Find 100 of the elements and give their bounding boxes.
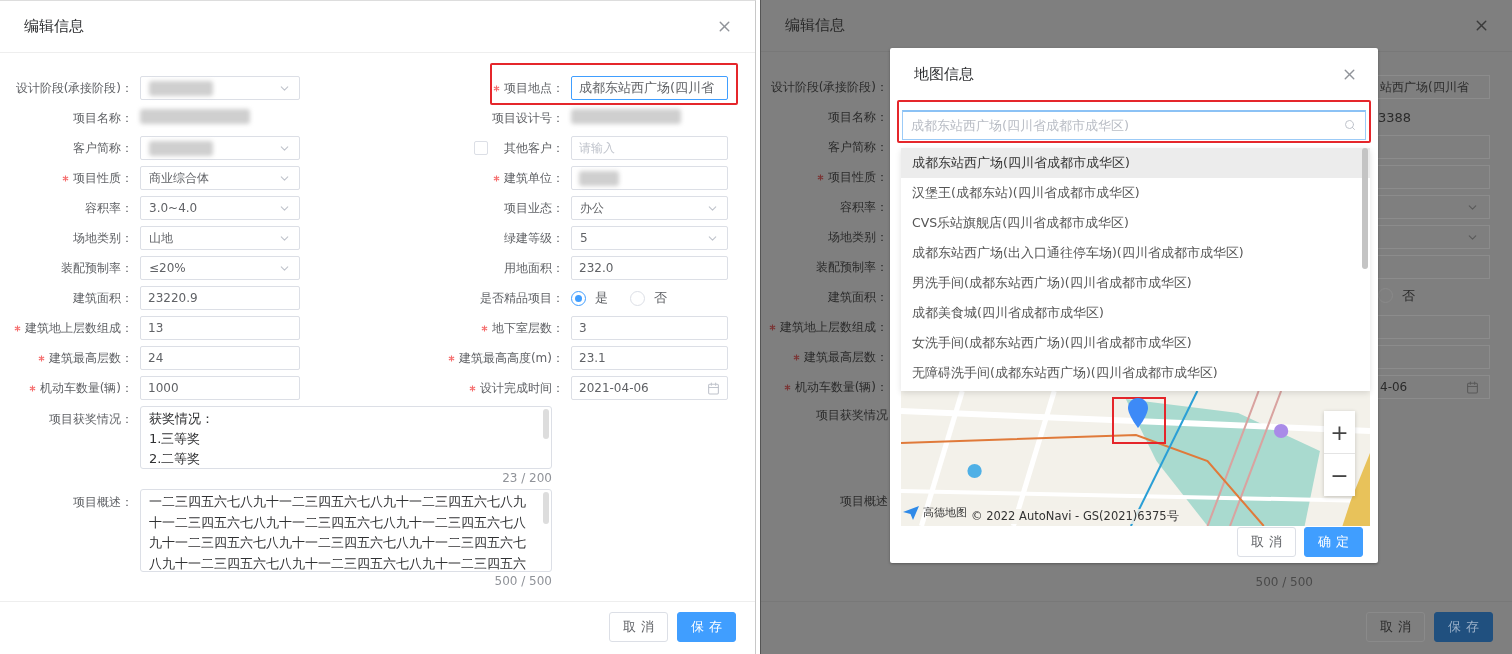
dialog-title: 编辑信息 — [785, 16, 845, 35]
textarea-field[interactable]: 获奖情况： 1.三等奖 2.二等奖 — [140, 406, 552, 469]
input-field[interactable] — [1378, 165, 1490, 189]
required-mark-icon — [14, 324, 22, 332]
field-label: 地下室层数： — [481, 319, 564, 337]
zoom-out-button[interactable]: − — [1324, 453, 1355, 496]
field-label: 用地面积： — [504, 259, 564, 277]
select-field[interactable]: 5 — [571, 226, 728, 250]
field-label: 建筑最高层数： — [793, 348, 888, 366]
input-field[interactable]: 1000 — [140, 376, 300, 400]
paper-plane-icon — [903, 506, 919, 520]
field-label: 项目名称： — [73, 109, 133, 127]
suggestion-item[interactable]: 成都美食城(四川省成都市成华区) — [901, 298, 1370, 328]
input-field[interactable]: 24 — [140, 346, 300, 370]
field-label: 设计完成时间： — [469, 379, 564, 397]
input-field[interactable] — [1378, 135, 1490, 159]
select-field[interactable] — [1378, 225, 1490, 249]
dialog-title: 地图信息 — [914, 64, 974, 84]
required-mark-icon — [38, 354, 46, 362]
scrollbar-thumb[interactable] — [543, 492, 549, 524]
field-value: 3388 — [1378, 109, 1413, 125]
suggestion-item[interactable]: 成都东站西广场(四川省成都市成华区) — [901, 148, 1370, 178]
field-label: 场地类别： — [73, 229, 133, 247]
date-field[interactable]: 4-06 — [1378, 375, 1490, 399]
suggestion-item[interactable]: 成都东站西广场(出入口通往停车场)(四川省成都市成华区) — [901, 238, 1370, 268]
field-label: 项目设计号： — [492, 109, 564, 127]
suggestion-item[interactable]: 无障碍洗手间(成都东站西广场)(四川省成都市成华区) — [901, 358, 1370, 388]
search-field[interactable]: 成都东站西广场(四川省成都市成华区) — [902, 110, 1366, 140]
field-label: 场地类别： — [828, 228, 888, 246]
field-label: 客户简称： — [73, 139, 133, 157]
scrollbar-thumb[interactable] — [1362, 148, 1368, 269]
field-label: 机动车数量(辆)： — [783, 378, 888, 396]
required-mark-icon — [817, 173, 825, 181]
input-field[interactable]: 13 — [140, 316, 300, 340]
field-label: 容积率： — [840, 198, 888, 216]
suggestion-item[interactable]: 男洗手间(成都东站西广场)(四川省成都市成华区) — [901, 268, 1370, 298]
field-label: 建筑地上层数组成： — [14, 319, 133, 337]
required-mark-icon — [62, 174, 70, 182]
select-field[interactable]: ≤20% — [140, 256, 300, 280]
suggestion-item[interactable]: CVS乐站旗舰店(四川省成都市成华区) — [901, 208, 1370, 238]
field-label: 设计阶段(承接阶段)： — [15, 79, 133, 97]
field-label: 建筑最高层数： — [38, 349, 133, 367]
required-mark-icon — [793, 353, 801, 361]
suggestion-item[interactable]: 汉堡王(成都东站)(四川省成都市成华区) — [901, 178, 1370, 208]
field-label: 其他客户： — [504, 139, 564, 157]
input-field[interactable]: 站西广场(四川省 — [1378, 75, 1490, 99]
zoom-in-button[interactable]: + — [1324, 411, 1355, 453]
input-field[interactable]: 23.1 — [571, 346, 728, 370]
map-pin-icon[interactable] — [1127, 397, 1149, 429]
cancel-button[interactable]: 取 消 — [609, 612, 668, 642]
input-field[interactable]: 232.0 — [571, 256, 728, 280]
field-label: 建筑最高高度(m)： — [448, 349, 564, 367]
cancel-button[interactable]: 取 消 — [1366, 612, 1425, 642]
select-field[interactable] — [1378, 195, 1490, 219]
primary-button[interactable]: 保 存 — [1434, 612, 1493, 642]
suggestion-item[interactable]: 女洗手间(成都东站西广场)(四川省成都市成华区) — [901, 328, 1370, 358]
calendar-icon — [707, 381, 720, 395]
required-mark-icon — [481, 324, 489, 332]
cancel-button[interactable]: 取 消 — [1237, 527, 1296, 557]
input-field[interactable]: 成都东站西广场(四川省 — [571, 76, 728, 100]
field-label: 设计阶段(承接阶段)： — [770, 78, 888, 96]
input-field[interactable]: 3 — [571, 316, 728, 340]
radio-option[interactable]: 否 — [630, 289, 667, 307]
field-label: 项目业态： — [504, 199, 564, 217]
field-label: 项目获奖情况 — [816, 407, 888, 424]
checkbox[interactable] — [474, 141, 488, 155]
select-field[interactable]: 3.0~4.0 — [140, 196, 300, 220]
field-label: 项目概述： — [73, 494, 133, 511]
field-label: 建筑面积： — [73, 289, 133, 307]
select-field[interactable]: 商业综合体 — [140, 166, 300, 190]
field-label: 机动车数量(辆)： — [28, 379, 133, 397]
select-field[interactable]: 办公 — [571, 196, 728, 220]
required-mark-icon — [493, 84, 501, 92]
input-field[interactable] — [1378, 315, 1490, 339]
field-label: 建筑单位： — [493, 169, 564, 187]
field-label: 项目性质： — [817, 168, 888, 186]
input-field[interactable] — [1378, 255, 1490, 279]
date-field[interactable]: 2021-04-06 — [571, 376, 728, 400]
radio-option[interactable]: 是 — [571, 289, 608, 307]
select-field[interactable]: 山地 — [140, 226, 300, 250]
scrollbar-thumb[interactable] — [543, 409, 549, 439]
required-mark-icon — [469, 384, 477, 392]
required-mark-icon — [28, 384, 36, 392]
field-label: 客户简称： — [828, 138, 888, 156]
field-label: 项目概述 — [840, 493, 888, 510]
input-field[interactable]: 23220.9 — [140, 286, 300, 310]
textarea-field[interactable]: 一二三四五六七八九十一二三四五六七八九十一二三四五六七八九 十一二三四五六七八九十一二三四五六七八九十一二三四五六七八 九十一二三四五六七八九十一二三四五六七八九十一二三四五六七 八九十一二三四五六七八九十一二三四五六七八九十一二三四五六 — [140, 489, 552, 572]
required-mark-icon — [769, 323, 777, 331]
input-field[interactable] — [1378, 345, 1490, 369]
map-attribution: © 2022 AutoNavi - GS(2021)6375号 — [971, 509, 1179, 524]
field-label: 建筑面积： — [828, 288, 888, 306]
character-counter: 23 / 200 — [502, 470, 552, 487]
field-label: 是否精品项目： — [480, 289, 564, 307]
field-label: 装配预制率： — [816, 258, 888, 276]
field-label: 项目性质： — [62, 169, 133, 187]
field-label: 容积率： — [85, 199, 133, 217]
field-label: 项目名称： — [828, 108, 888, 126]
field-label: 建筑地上层数组成： — [769, 318, 888, 336]
required-mark-icon — [783, 383, 791, 391]
dialog-title: 编辑信息 — [24, 17, 84, 36]
